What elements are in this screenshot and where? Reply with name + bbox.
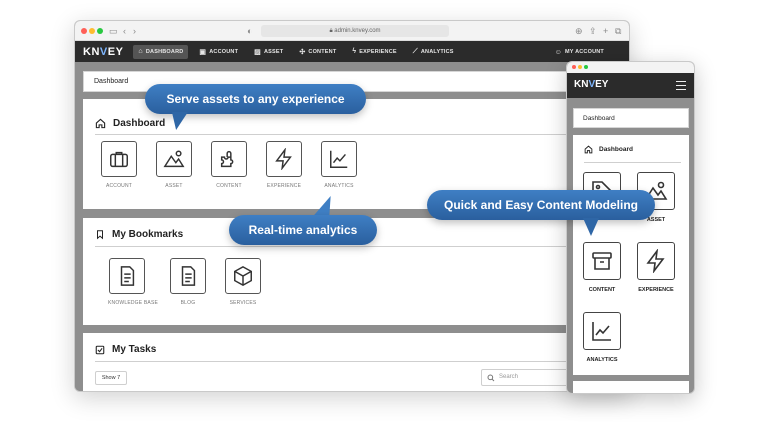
- nav-item-content[interactable]: ✣ CONTENT: [294, 45, 341, 59]
- forward-icon[interactable]: ›: [133, 25, 136, 37]
- close-window-button[interactable]: [572, 65, 576, 69]
- lightning-icon: [646, 249, 665, 273]
- privacy-shield-icon: ◐: [247, 26, 253, 36]
- hamburger-menu-icon[interactable]: [676, 81, 686, 93]
- tasks-panel-title: My Tasks: [95, 344, 156, 355]
- document-icon: [181, 266, 196, 286]
- address-bar[interactable]: 🔒︎ admin.knvey.com: [261, 25, 449, 37]
- tab-overview-icon[interactable]: ⧉: [615, 25, 621, 37]
- chart-icon: [592, 322, 611, 341]
- chart-icon: [330, 150, 348, 168]
- lightning-icon: [275, 148, 292, 170]
- nav-item-dashboard[interactable]: ⌂ DASHBOARD: [133, 44, 189, 59]
- bookmark-knowledge-base[interactable]: KNOWLEDGE BASE: [108, 258, 158, 306]
- bookmark-blog[interactable]: BLOG: [169, 258, 207, 306]
- mobile-navbar: KNVEY: [567, 73, 694, 98]
- mobile-next-panel: [573, 381, 689, 393]
- show-entries-select[interactable]: Show 7: [95, 371, 127, 385]
- home-icon: [584, 145, 593, 154]
- sidebar-icon[interactable]: ▭: [109, 25, 118, 37]
- my-account-link[interactable]: ☺ MY ACCOUNT: [550, 45, 609, 59]
- briefcase-icon: [110, 151, 128, 168]
- archive-icon: [592, 252, 612, 270]
- maximize-window-button[interactable]: [584, 65, 588, 69]
- image-icon: ▨: [254, 48, 261, 56]
- puzzle-icon: ✣: [299, 48, 306, 56]
- close-window-button[interactable]: [81, 28, 87, 34]
- url-text: admin.knvey.com: [334, 28, 381, 34]
- back-icon[interactable]: ‹: [123, 25, 126, 37]
- task-search-input[interactable]: Search: [481, 369, 571, 386]
- minimize-window-button[interactable]: [578, 65, 582, 69]
- home-icon: ⌂: [138, 48, 143, 55]
- lightning-icon: ϟ: [352, 48, 357, 55]
- mobile-tile-experience[interactable]: EXPERIENCE: [636, 242, 676, 293]
- chart-icon: ⟋: [412, 47, 418, 55]
- briefcase-icon: ▣: [199, 48, 207, 56]
- image-icon: [163, 150, 185, 168]
- new-tab-icon[interactable]: +: [603, 25, 608, 37]
- callout-content-modeling: Quick and Easy Content Modeling: [427, 190, 655, 220]
- tile-account[interactable]: ACCOUNT: [100, 141, 138, 189]
- tile-experience[interactable]: EXPERIENCE: [265, 141, 303, 189]
- tile-asset[interactable]: ASSET: [155, 141, 193, 189]
- tile-content[interactable]: CONTENT: [210, 141, 248, 189]
- user-icon: ☺: [554, 48, 563, 56]
- minimize-window-button[interactable]: [89, 28, 95, 34]
- puzzle-icon: [220, 150, 234, 168]
- mobile-tile-content[interactable]: CONTENT: [582, 242, 622, 293]
- mobile-dashboard-title: Dashboard: [584, 145, 633, 154]
- bookmark-icon: [97, 230, 103, 240]
- checkbox-icon: [95, 345, 105, 354]
- nav-item-asset[interactable]: ▨ ASSET: [249, 45, 288, 59]
- knvey-logo[interactable]: KNVEY: [83, 46, 123, 58]
- search-icon: [487, 374, 495, 382]
- tile-analytics[interactable]: ANALYTICS: [320, 141, 358, 189]
- nav-item-account[interactable]: ▣ ACCOUNT: [194, 45, 243, 59]
- tasks-panel: My Tasks Show 7 Search: [83, 333, 623, 391]
- share-icon[interactable]: ⇪: [589, 25, 597, 37]
- cube-icon: [234, 265, 252, 287]
- dashboard-panel-title: Dashboard: [95, 118, 165, 129]
- callout-content-modeling-pointer: [583, 218, 599, 236]
- top-navbar: KNVEY ⌂ DASHBOARD ▣ ACCOUNT ▨ ASSET ✣ CONTEN…: [75, 41, 629, 62]
- knvey-logo[interactable]: KNVEY: [574, 79, 608, 90]
- mobile-breadcrumb: Dashboard: [573, 108, 689, 128]
- bookmark-services[interactable]: SERVICES: [224, 258, 262, 306]
- nav-item-experience[interactable]: ϟ EXPERIENCE: [347, 45, 401, 59]
- bookmarks-panel-title: My Bookmarks: [95, 229, 183, 240]
- browser-toolbar: ▭ ‹ › ◐ 🔒︎ admin.knvey.com ⊕ ⇪ + ⧉: [75, 21, 629, 41]
- document-icon: [120, 266, 135, 286]
- maximize-window-button[interactable]: [97, 28, 103, 34]
- mobile-toolbar: [567, 62, 694, 73]
- home-icon: [95, 118, 106, 129]
- mobile-tile-analytics[interactable]: ANALYTICS: [582, 312, 622, 363]
- download-icon[interactable]: ⊕: [575, 25, 583, 37]
- callout-realtime-analytics: Real-time analytics: [229, 215, 377, 245]
- mobile-dashboard-panel: Dashboard ASSET CONTENT EXPERIENCE ANALY…: [573, 135, 689, 375]
- callout-serve-assets: Serve assets to any experience: [145, 84, 366, 114]
- nav-item-analytics[interactable]: ⟋ ANALYTICS: [408, 45, 459, 59]
